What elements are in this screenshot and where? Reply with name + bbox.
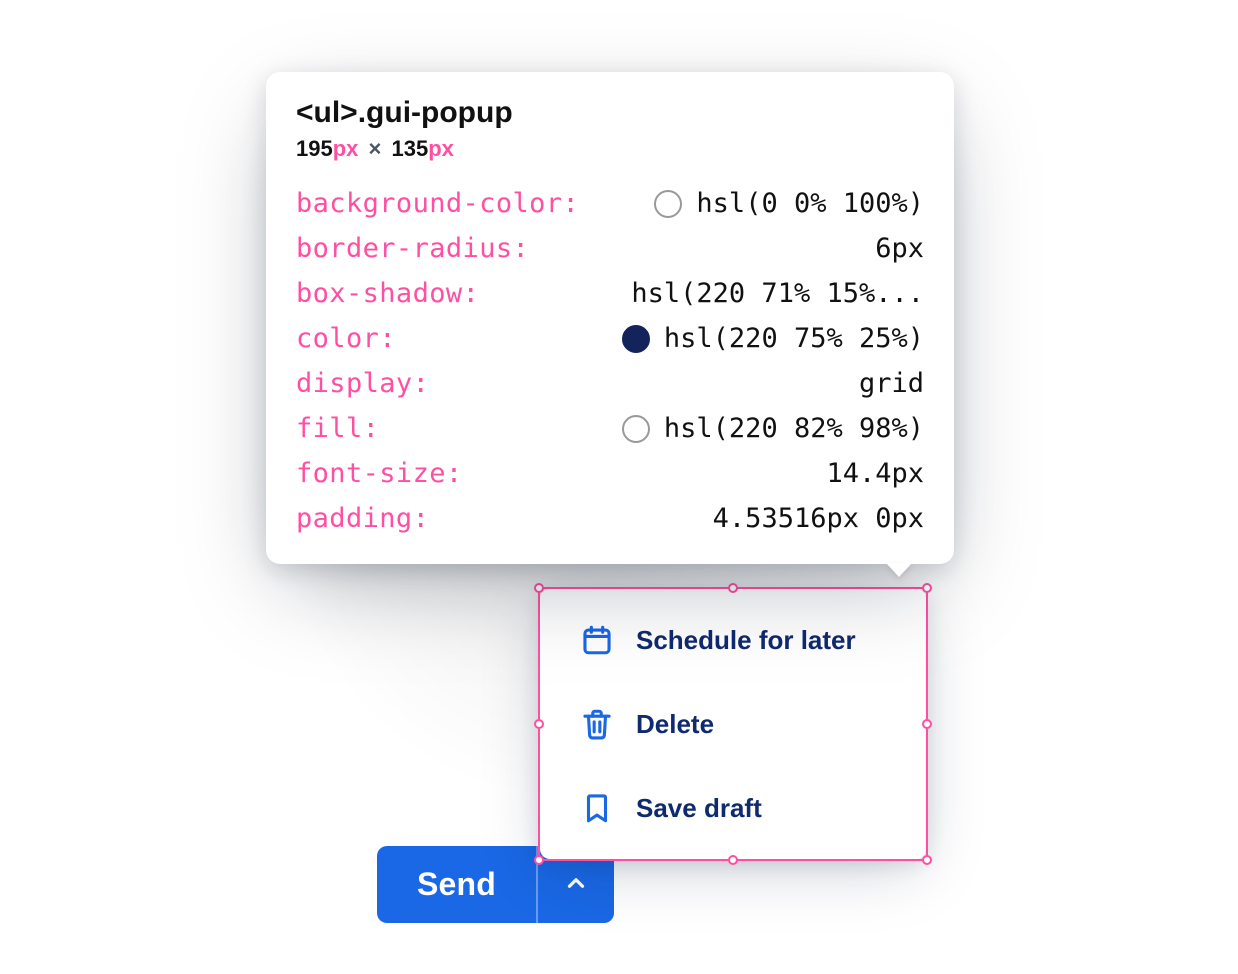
prop-row: display grid	[296, 368, 924, 399]
prop-value: hsl(220 75% 25%)	[664, 323, 924, 354]
prop-key: padding	[296, 503, 429, 534]
prop-key: font-size	[296, 458, 463, 489]
prop-key: fill	[296, 413, 379, 444]
popup-item-delete[interactable]: Delete	[540, 682, 926, 766]
prop-value: grid	[859, 368, 924, 399]
devtools-tooltip: <ul>.gui-popup 195px × 135px background-…	[266, 72, 954, 564]
prop-row: border-radius 6px	[296, 233, 924, 264]
prop-value: hsl(220 82% 98%)	[664, 413, 924, 444]
bookmark-icon	[580, 791, 614, 825]
tooltip-selector: <ul>.gui-popup	[296, 96, 924, 130]
popup-item-schedule[interactable]: Schedule for later	[540, 598, 926, 682]
prop-value: hsl(0 0% 100%)	[696, 188, 924, 219]
prop-value: 4.53516px 0px	[713, 503, 924, 534]
chevron-up-icon	[563, 870, 589, 899]
prop-key: color	[296, 323, 396, 354]
element-class: .gui-popup	[358, 96, 513, 129]
trash-icon	[580, 707, 614, 741]
color-swatch-icon	[622, 415, 650, 443]
color-swatch-icon	[654, 190, 682, 218]
popup-item-save-draft[interactable]: Save draft	[540, 766, 926, 850]
prop-row: padding 4.53516px 0px	[296, 503, 924, 534]
prop-value: 14.4px	[826, 458, 924, 489]
prop-key: box-shadow	[296, 278, 479, 309]
popup-item-label: Schedule for later	[636, 625, 856, 656]
popup-item-label: Save draft	[636, 793, 762, 824]
prop-value: 6px	[875, 233, 924, 264]
prop-row: font-size 14.4px	[296, 458, 924, 489]
element-tag: <ul>	[296, 96, 358, 129]
prop-row: fill hsl(220 82% 98%)	[296, 413, 924, 444]
prop-row: background-color hsl(0 0% 100%)	[296, 188, 924, 219]
style-properties: background-color hsl(0 0% 100%) border-r…	[296, 188, 924, 534]
calendar-icon	[580, 623, 614, 657]
prop-row: color hsl(220 75% 25%)	[296, 323, 924, 354]
send-button[interactable]: Send	[377, 846, 536, 923]
tooltip-dimensions: 195px × 135px	[296, 136, 924, 162]
color-swatch-icon	[622, 325, 650, 353]
prop-row: box-shadow hsl(220 71% 15%...	[296, 278, 924, 309]
gui-popup: Schedule for later Delete Save draft	[540, 589, 926, 859]
prop-value: hsl(220 71% 15%...	[631, 278, 924, 309]
prop-key: display	[296, 368, 429, 399]
popup-item-label: Delete	[636, 709, 714, 740]
prop-key: background-color	[296, 188, 579, 219]
prop-key: border-radius	[296, 233, 529, 264]
